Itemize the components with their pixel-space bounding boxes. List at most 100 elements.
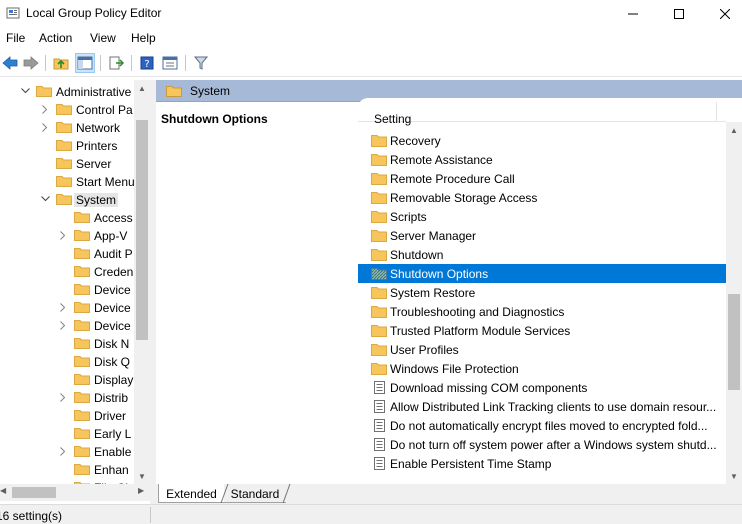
category-folder-row[interactable]: Troubleshooting and Diagnostics (358, 302, 726, 321)
policy-setting-row[interactable]: Enable Persistent Time Stamp (358, 454, 726, 473)
chevron-right-icon[interactable] (58, 301, 68, 313)
chevron-right-icon[interactable] (58, 445, 68, 457)
tree-item[interactable]: Disk Q (0, 352, 136, 370)
tree-item[interactable]: Access (0, 208, 136, 226)
tree-item-label: Driver (94, 409, 126, 423)
tree-item-label: Control Pa (76, 103, 133, 117)
console-tree[interactable]: Administrative Control Pa Network Printers S… (0, 80, 150, 484)
scroll-down-arrow-icon[interactable]: ▼ (726, 468, 742, 484)
tab-extended[interactable]: Extended (158, 484, 224, 503)
tree-item[interactable]: Administrative (0, 82, 136, 100)
category-folder-row[interactable]: Scripts (358, 207, 726, 226)
tree-hscroll-thumb[interactable] (12, 487, 56, 498)
row-label: User Profiles (390, 343, 459, 357)
row-label: Shutdown (390, 248, 444, 262)
folder-icon (56, 176, 72, 187)
properties-view-button[interactable] (160, 53, 180, 73)
properties-icon (162, 56, 178, 70)
row-label: System Restore (390, 286, 476, 300)
category-folder-row[interactable]: Remote Assistance (358, 150, 726, 169)
chevron-right-icon[interactable] (58, 229, 68, 241)
category-folder-row[interactable]: Removable Storage Access (358, 188, 726, 207)
tree-item[interactable]: Driver (0, 406, 136, 424)
chevron-right-icon[interactable] (58, 319, 68, 331)
tree-item-label: Device (94, 301, 131, 315)
tree-item[interactable]: Audit P (0, 244, 136, 262)
policy-setting-row[interactable]: Download missing COM components (358, 378, 726, 397)
scroll-up-arrow-icon[interactable]: ▲ (134, 80, 150, 96)
tree-item[interactable]: Network (0, 118, 136, 136)
tree-item[interactable]: Creden (0, 262, 136, 280)
group-policy-app-icon (6, 7, 20, 19)
tree-item[interactable]: Device (0, 298, 136, 316)
menu-file[interactable]: File (6, 31, 25, 45)
scroll-right-arrow-icon[interactable]: ▶ (138, 486, 144, 495)
tree-item[interactable]: Distrib (0, 388, 136, 406)
menu-view[interactable]: View (90, 31, 116, 45)
category-folder-row[interactable]: Shutdown (358, 245, 726, 264)
category-folder-row[interactable]: System Restore (358, 283, 726, 302)
tree-item[interactable]: Disk N (0, 334, 136, 352)
maximize-button[interactable] (656, 0, 702, 27)
category-folder-row[interactable]: Server Manager (358, 226, 726, 245)
tree-item[interactable]: System (0, 190, 136, 208)
show-hide-console-tree-button[interactable] (75, 53, 95, 73)
tree-item[interactable]: Start Menu (0, 172, 136, 190)
forward-button[interactable] (21, 53, 41, 73)
category-folder-row[interactable]: Windows File Protection (358, 359, 726, 378)
chevron-down-icon[interactable] (20, 85, 30, 97)
menu-help[interactable]: Help (131, 31, 156, 45)
scroll-down-arrow-icon[interactable]: ▼ (134, 468, 150, 484)
menu-action[interactable]: Action (39, 31, 72, 45)
tree-item[interactable]: Display (0, 370, 136, 388)
column-header-setting[interactable]: Setting (358, 98, 726, 126)
list-scroll-thumb[interactable] (728, 294, 740, 390)
column-separator[interactable] (716, 102, 717, 122)
folder-icon (371, 135, 387, 147)
policy-setting-row[interactable]: Allow Distributed Link Tracking clients … (358, 397, 726, 416)
tree-item[interactable]: Device (0, 316, 136, 334)
tree-scroll-thumb[interactable] (136, 120, 148, 340)
tree-item[interactable]: Printers (0, 136, 136, 154)
row-label: Remote Procedure Call (390, 172, 515, 186)
folder-icon (74, 302, 90, 313)
minimize-button[interactable] (610, 0, 656, 27)
tab-standard[interactable]: Standard (224, 484, 286, 503)
category-folder-row[interactable]: Remote Procedure Call (358, 169, 726, 188)
tree-horizontal-scrollbar[interactable]: ◀ ▶ (0, 484, 150, 501)
scroll-left-arrow-icon[interactable]: ◀ (0, 486, 6, 495)
filter-button[interactable] (191, 53, 211, 73)
list-vertical-scrollbar[interactable]: ▲ ▼ (726, 122, 742, 484)
chevron-right-icon[interactable] (58, 391, 68, 403)
tree-item[interactable]: Early L (0, 424, 136, 442)
tree-item[interactable]: Server (0, 154, 136, 172)
back-button[interactable] (0, 53, 20, 73)
category-folder-row[interactable]: Shutdown Options (358, 264, 726, 283)
tree-item[interactable]: Control Pa (0, 100, 136, 118)
tree-item[interactable]: Enable (0, 442, 136, 460)
row-label: Enable Persistent Time Stamp (390, 457, 552, 471)
policy-setting-row[interactable]: Do not turn off system power after a Win… (358, 435, 726, 454)
folder-icon (74, 428, 90, 439)
tree-item[interactable]: Device (0, 280, 136, 298)
chevron-right-icon[interactable] (40, 121, 50, 133)
close-button[interactable] (702, 0, 742, 27)
policy-setting-row[interactable]: Do not automatically encrypt files moved… (358, 416, 726, 435)
scroll-up-arrow-icon[interactable]: ▲ (726, 122, 742, 138)
category-folder-row[interactable]: Recovery (358, 131, 726, 150)
chevron-down-icon[interactable] (40, 193, 50, 205)
export-list-button[interactable] (106, 53, 126, 73)
chevron-right-icon[interactable] (40, 103, 50, 115)
folder-icon (74, 338, 90, 349)
help-button[interactable]: ? (137, 53, 157, 73)
category-folder-row[interactable]: User Profiles (358, 340, 726, 359)
tree-item-label: Audit P (94, 247, 133, 261)
tree-item-label: Creden (94, 265, 134, 279)
folder-open-icon (56, 194, 72, 205)
up-one-level-button[interactable] (51, 53, 71, 73)
arrow-left-icon (2, 56, 18, 70)
category-folder-row[interactable]: Trusted Platform Module Services (358, 321, 726, 340)
tree-vertical-scrollbar[interactable]: ▲ ▼ (134, 80, 150, 484)
tree-item[interactable]: App-V (0, 226, 136, 244)
tree-item[interactable]: Enhan (0, 460, 136, 478)
